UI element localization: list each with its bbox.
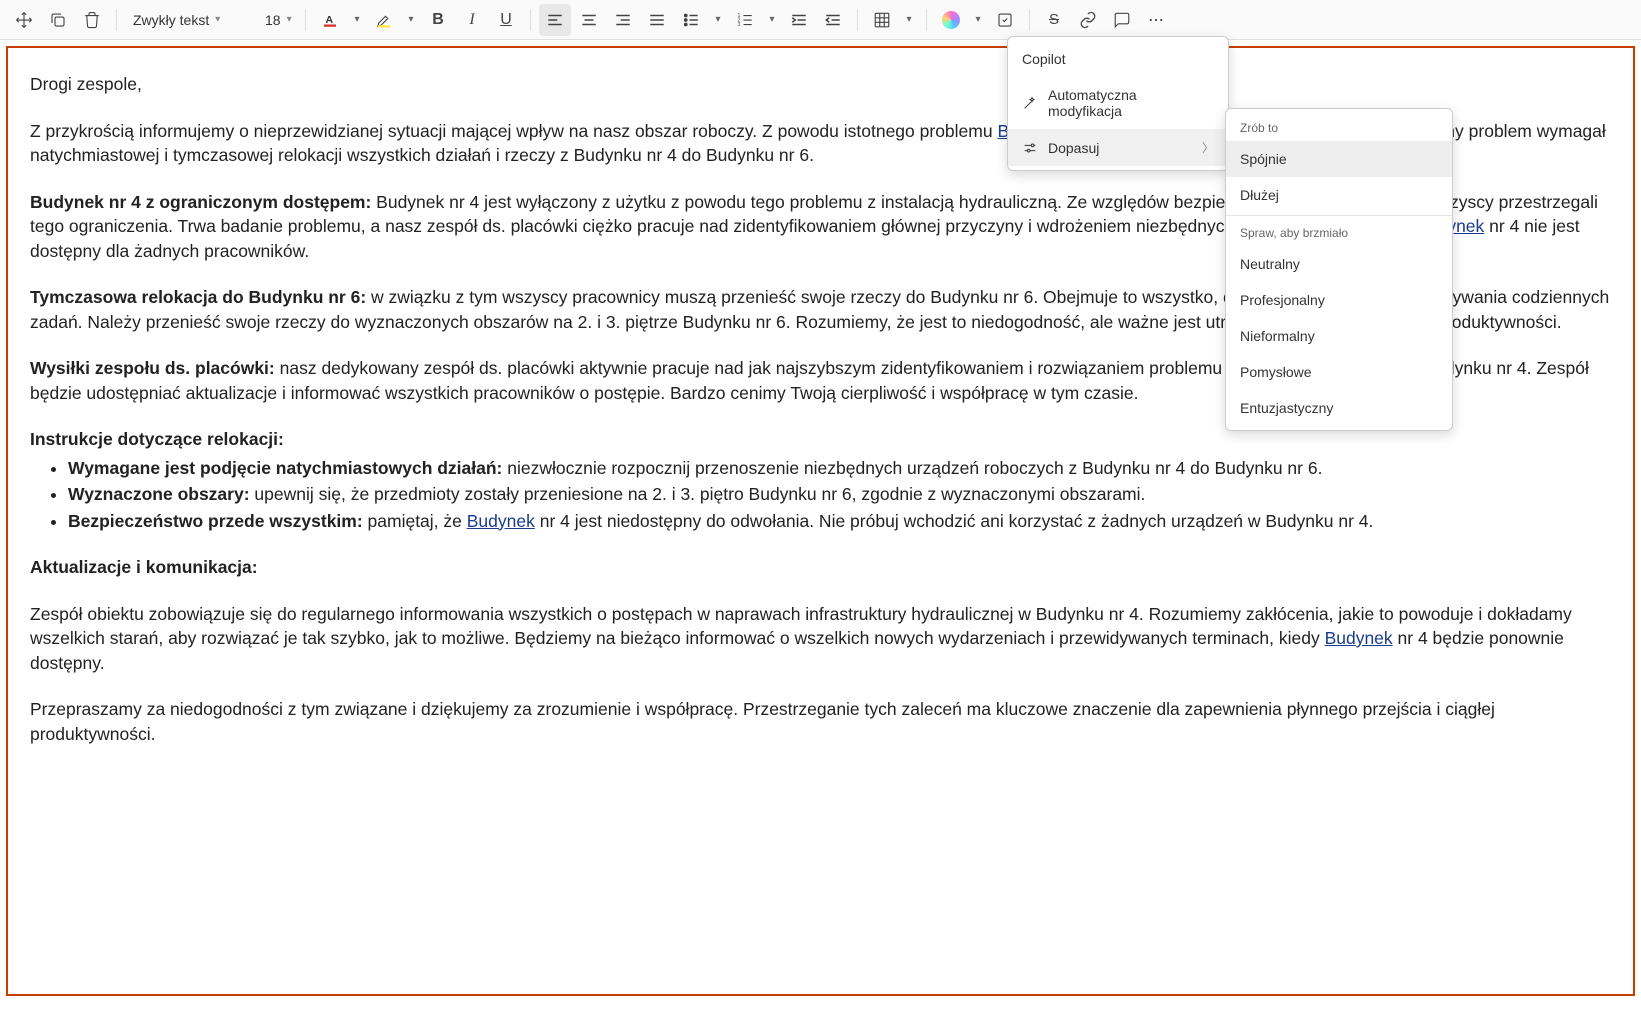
copilot-button[interactable] [935,4,967,36]
separator [926,9,927,31]
greeting: Drogi zespole, [30,72,1611,97]
copilot-icon [942,11,960,29]
menu-item-adjust[interactable]: Dopasuj 〉 [1008,129,1228,166]
label: Automatyczna modyfikacja [1048,87,1214,119]
number-list-chevron[interactable]: ▾ [763,4,781,36]
underline-button[interactable]: U [490,4,522,36]
menu-item-auto-modification[interactable]: Automatyczna modyfikacja [1008,77,1228,129]
chevron-down-icon: ▾ [287,14,292,25]
separator [857,9,858,31]
submenu-item-professional[interactable]: Profesjonalny [1226,282,1452,318]
outdent-button[interactable] [817,4,849,36]
bullet-list: Wymagane jest podjęcie natychmiastowych … [68,456,1611,534]
wand-icon [1022,95,1038,111]
toolbar: Zwykły tekst▾ 18▾ A ▾ ▾ B I U ▾ 123 ▾ ▾ … [0,0,1641,40]
separator [1226,215,1452,216]
submenu-item-informal[interactable]: Nieformalny [1226,318,1452,354]
comment-button[interactable] [1106,4,1138,36]
style-label: Zwykły tekst [133,12,209,28]
link-building[interactable]: Budynek [1325,628,1393,648]
style-select[interactable]: Zwykły tekst ▾ [125,8,255,32]
list-item: Wyznaczone obszary: upewnij się, że prze… [68,482,1611,507]
bullet-list-button[interactable] [675,4,707,36]
submenu-header: Spraw, aby brzmiało [1226,218,1452,246]
separator [116,9,117,31]
menu-item-copilot[interactable]: Copilot [1008,41,1228,77]
align-left-button[interactable] [539,4,571,36]
move-button[interactable] [8,4,40,36]
link-button[interactable] [1072,4,1104,36]
delete-button[interactable] [76,4,108,36]
strikethrough-button[interactable]: S [1038,4,1070,36]
copilot-chevron[interactable]: ▾ [969,4,987,36]
chevron-right-icon: 〉 [1202,139,1214,156]
table-chevron[interactable]: ▾ [900,4,918,36]
link-building[interactable]: Budynek [467,511,535,531]
italic-button[interactable]: I [456,4,488,36]
separator [305,9,306,31]
svg-text:3: 3 [738,22,741,28]
highlight-chevron[interactable]: ▾ [402,4,420,36]
paragraph: Zespół obiektu zobowiązuje się do regula… [30,602,1611,676]
submenu-item-longer[interactable]: Dłużej [1226,177,1452,213]
font-color-button[interactable]: A [314,4,346,36]
separator [1029,9,1030,31]
sliders-icon [1022,140,1038,156]
label: Copilot [1022,51,1066,67]
label: Dopasuj [1048,140,1099,156]
font-color-chevron[interactable]: ▾ [348,4,366,36]
submenu-item-enthusiastic[interactable]: Entuzjastyczny [1226,390,1452,426]
more-button[interactable] [1140,4,1172,36]
submenu-item-imaginative[interactable]: Pomysłowe [1226,354,1452,390]
indent-button[interactable] [783,4,815,36]
svg-text:A: A [326,14,334,26]
list-item: Bezpieczeństwo przede wszystkim: pamięta… [68,509,1611,534]
submenu-header: Zrób to [1226,113,1452,141]
separator [530,9,531,31]
adjust-submenu: Zrób to Spójnie Dłużej Spraw, aby brzmia… [1225,108,1453,431]
bullet-list-chevron[interactable]: ▾ [709,4,727,36]
highlight-button[interactable] [368,4,400,36]
submenu-item-neutral[interactable]: Neutralny [1226,246,1452,282]
copy-button[interactable] [42,4,74,36]
align-right-button[interactable] [607,4,639,36]
number-list-button[interactable]: 123 [729,4,761,36]
bold-button[interactable]: B [422,4,454,36]
paragraph: Przepraszamy za niedogodności z tym zwią… [30,697,1611,746]
align-justify-button[interactable] [641,4,673,36]
chevron-down-icon: ▾ [215,14,220,25]
fontsize-value: 18 [265,12,281,28]
fontsize-select[interactable]: 18 ▾ [257,8,297,32]
align-center-button[interactable] [573,4,605,36]
submenu-item-concise[interactable]: Spójnie [1226,141,1452,177]
edit-button[interactable] [989,4,1021,36]
copilot-dropdown: Copilot Automatyczna modyfikacja Dopasuj… [1007,36,1229,171]
table-button[interactable] [866,4,898,36]
paragraph: Aktualizacje i komunikacja: [30,555,1611,580]
list-item: Wymagane jest podjęcie natychmiastowych … [68,456,1611,481]
